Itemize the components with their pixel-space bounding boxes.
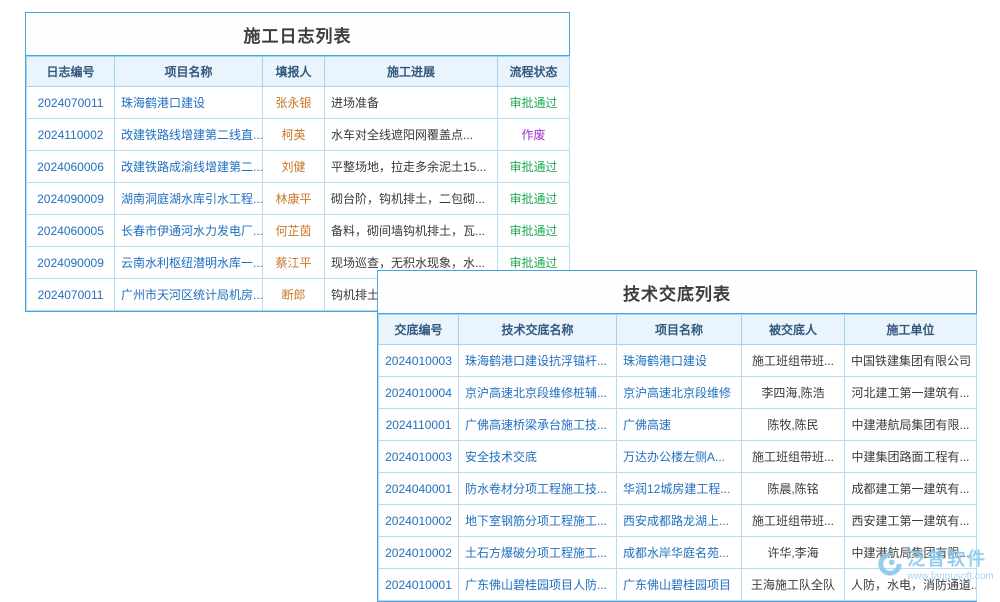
log-id-cell[interactable]: 2024070011 xyxy=(27,87,115,119)
project-name-cell[interactable]: 万达办公楼左侧A... xyxy=(617,441,742,473)
project-name-cell[interactable]: 西安成都路龙湖上... xyxy=(617,505,742,537)
receiver-cell: 陈牧,陈民 xyxy=(742,409,845,441)
disclosure-name-cell[interactable]: 广佛高速桥梁承台施工技... xyxy=(459,409,617,441)
project-name-cell[interactable]: 广州市天河区统计局机房... xyxy=(115,279,263,311)
log-id-cell[interactable]: 2024090009 xyxy=(27,247,115,279)
unit-cell: 成都建工第一建筑有... xyxy=(845,473,977,505)
reporter-cell: 林康平 xyxy=(263,183,325,215)
table-row[interactable]: 2024110001广佛高速桥梁承台施工技...广佛高速陈牧,陈民中建港航局集团… xyxy=(379,409,977,441)
col-header-disclosure-id: 交底编号 xyxy=(379,315,459,345)
log-id-cell[interactable]: 2024110002 xyxy=(27,119,115,151)
col-header-reporter: 填报人 xyxy=(263,57,325,87)
disclosure-name-cell[interactable]: 防水卷材分项工程施工技... xyxy=(459,473,617,505)
project-name-cell[interactable]: 京沪高速北京段维修 xyxy=(617,377,742,409)
unit-cell: 西安建工第一建筑有... xyxy=(845,505,977,537)
status-cell: 作废 xyxy=(498,119,570,151)
fanpu-brand-text: 泛普软件 xyxy=(907,550,994,570)
project-name-cell[interactable]: 长春市伊通河水力发电厂... xyxy=(115,215,263,247)
status-cell: 审批通过 xyxy=(498,183,570,215)
fanpu-watermark: 泛普软件 www.fanpusoft.com xyxy=(876,550,994,582)
unit-cell: 河北建工第一建筑有... xyxy=(845,377,977,409)
receiver-cell: 王海施工队全队 xyxy=(742,569,845,601)
project-name-cell[interactable]: 珠海鹤港口建设 xyxy=(617,345,742,377)
fanpu-logo-icon xyxy=(876,550,904,578)
disclosure-name-cell[interactable]: 地下室钢筋分项工程施工... xyxy=(459,505,617,537)
receiver-cell: 施工班组带班... xyxy=(742,441,845,473)
col-header-project-name: 项目名称 xyxy=(617,315,742,345)
construction-log-header: 日志编号 项目名称 填报人 施工进展 流程状态 xyxy=(27,57,570,87)
disclosure-name-cell[interactable]: 珠海鹤港口建设抗浮锚杆... xyxy=(459,345,617,377)
disclosure-id-cell[interactable]: 2024010001 xyxy=(379,569,459,601)
project-name-cell[interactable]: 珠海鹤港口建设 xyxy=(115,87,263,119)
col-header-unit: 施工单位 xyxy=(845,315,977,345)
construction-log-panel: 施工日志列表 日志编号 项目名称 填报人 施工进展 流程状态 202407001… xyxy=(25,12,570,312)
col-header-project-name: 项目名称 xyxy=(115,57,263,87)
unit-cell: 中国铁建集团有限公司 xyxy=(845,345,977,377)
disclosure-id-cell[interactable]: 2024010003 xyxy=(379,345,459,377)
reporter-cell: 刘健 xyxy=(263,151,325,183)
status-cell: 审批通过 xyxy=(498,87,570,119)
progress-cell: 砌台阶，钩机排土，二包砌... xyxy=(325,183,498,215)
disclosure-id-cell[interactable]: 2024110001 xyxy=(379,409,459,441)
reporter-cell: 蔡江平 xyxy=(263,247,325,279)
log-id-cell[interactable]: 2024060006 xyxy=(27,151,115,183)
construction-log-title: 施工日志列表 xyxy=(26,13,569,56)
status-cell: 审批通过 xyxy=(498,215,570,247)
col-header-receiver: 被交底人 xyxy=(742,315,845,345)
disclosure-name-cell[interactable]: 广东佛山碧桂园项目人防... xyxy=(459,569,617,601)
table-row[interactable]: 2024060006改建铁路成渝线增建第二...刘健平整场地，拉走多余泥土15.… xyxy=(27,151,570,183)
unit-cell: 中建集团路面工程有... xyxy=(845,441,977,473)
table-row[interactable]: 2024060005长春市伊通河水力发电厂...何芷茵备料，砌间墙钩机排土，瓦.… xyxy=(27,215,570,247)
disclosure-id-cell[interactable]: 2024010003 xyxy=(379,441,459,473)
progress-cell: 平整场地，拉走多余泥土15... xyxy=(325,151,498,183)
disclosure-name-cell[interactable]: 京沪高速北京段维修桩辅... xyxy=(459,377,617,409)
log-id-cell[interactable]: 2024090009 xyxy=(27,183,115,215)
reporter-cell: 何芷茵 xyxy=(263,215,325,247)
table-row[interactable]: 2024040001防水卷材分项工程施工技...华润12城房建工程...陈晨,陈… xyxy=(379,473,977,505)
col-header-log-id: 日志编号 xyxy=(27,57,115,87)
progress-cell: 水车对全线遮阳网覆盖点... xyxy=(325,119,498,151)
table-row[interactable]: 2024110002改建铁路线增建第二线直...柯英水车对全线遮阳网覆盖点...… xyxy=(27,119,570,151)
receiver-cell: 许华,李海 xyxy=(742,537,845,569)
technical-disclosure-header: 交底编号 技术交底名称 项目名称 被交底人 施工单位 xyxy=(379,315,977,345)
table-row[interactable]: 2024090009湖南洞庭湖水库引水工程...林康平砌台阶，钩机排土，二包砌.… xyxy=(27,183,570,215)
progress-cell: 备料，砌间墙钩机排土，瓦... xyxy=(325,215,498,247)
reporter-cell: 断郎 xyxy=(263,279,325,311)
project-name-cell[interactable]: 华润12城房建工程... xyxy=(617,473,742,505)
disclosure-id-cell[interactable]: 2024010004 xyxy=(379,377,459,409)
receiver-cell: 陈晨,陈铭 xyxy=(742,473,845,505)
disclosure-id-cell[interactable]: 2024010002 xyxy=(379,505,459,537)
disclosure-id-cell[interactable]: 2024010002 xyxy=(379,537,459,569)
log-id-cell[interactable]: 2024070011 xyxy=(27,279,115,311)
table-row[interactable]: 2024010004京沪高速北京段维修桩辅...京沪高速北京段维修李四海,陈浩河… xyxy=(379,377,977,409)
table-row[interactable]: 2024070011珠海鹤港口建设张永银进场准备审批通过 xyxy=(27,87,570,119)
technical-disclosure-title: 技术交底列表 xyxy=(378,271,976,314)
disclosure-name-cell[interactable]: 安全技术交底 xyxy=(459,441,617,473)
log-id-cell[interactable]: 2024060005 xyxy=(27,215,115,247)
project-name-cell[interactable]: 湖南洞庭湖水库引水工程... xyxy=(115,183,263,215)
table-row[interactable]: 2024010003安全技术交底万达办公楼左侧A...施工班组带班...中建集团… xyxy=(379,441,977,473)
status-cell: 审批通过 xyxy=(498,151,570,183)
reporter-cell: 柯英 xyxy=(263,119,325,151)
reporter-cell: 张永银 xyxy=(263,87,325,119)
project-name-cell[interactable]: 广东佛山碧桂园项目 xyxy=(617,569,742,601)
disclosure-id-cell[interactable]: 2024040001 xyxy=(379,473,459,505)
progress-cell: 进场准备 xyxy=(325,87,498,119)
project-name-cell[interactable]: 改建铁路成渝线增建第二... xyxy=(115,151,263,183)
project-name-cell[interactable]: 云南水利枢纽潜明水库一... xyxy=(115,247,263,279)
receiver-cell: 李四海,陈浩 xyxy=(742,377,845,409)
table-row[interactable]: 2024010002地下室钢筋分项工程施工...西安成都路龙湖上...施工班组带… xyxy=(379,505,977,537)
fanpu-site-text: www.fanpusoft.com xyxy=(907,571,994,582)
project-name-cell[interactable]: 广佛高速 xyxy=(617,409,742,441)
receiver-cell: 施工班组带班... xyxy=(742,505,845,537)
col-header-progress: 施工进展 xyxy=(325,57,498,87)
receiver-cell: 施工班组带班... xyxy=(742,345,845,377)
project-name-cell[interactable]: 改建铁路线增建第二线直... xyxy=(115,119,263,151)
disclosure-name-cell[interactable]: 土石方爆破分项工程施工... xyxy=(459,537,617,569)
unit-cell: 中建港航局集团有限... xyxy=(845,409,977,441)
col-header-disclosure-name: 技术交底名称 xyxy=(459,315,617,345)
col-header-status: 流程状态 xyxy=(498,57,570,87)
table-row[interactable]: 2024010003珠海鹤港口建设抗浮锚杆...珠海鹤港口建设施工班组带班...… xyxy=(379,345,977,377)
project-name-cell[interactable]: 成都水岸华庭名苑... xyxy=(617,537,742,569)
